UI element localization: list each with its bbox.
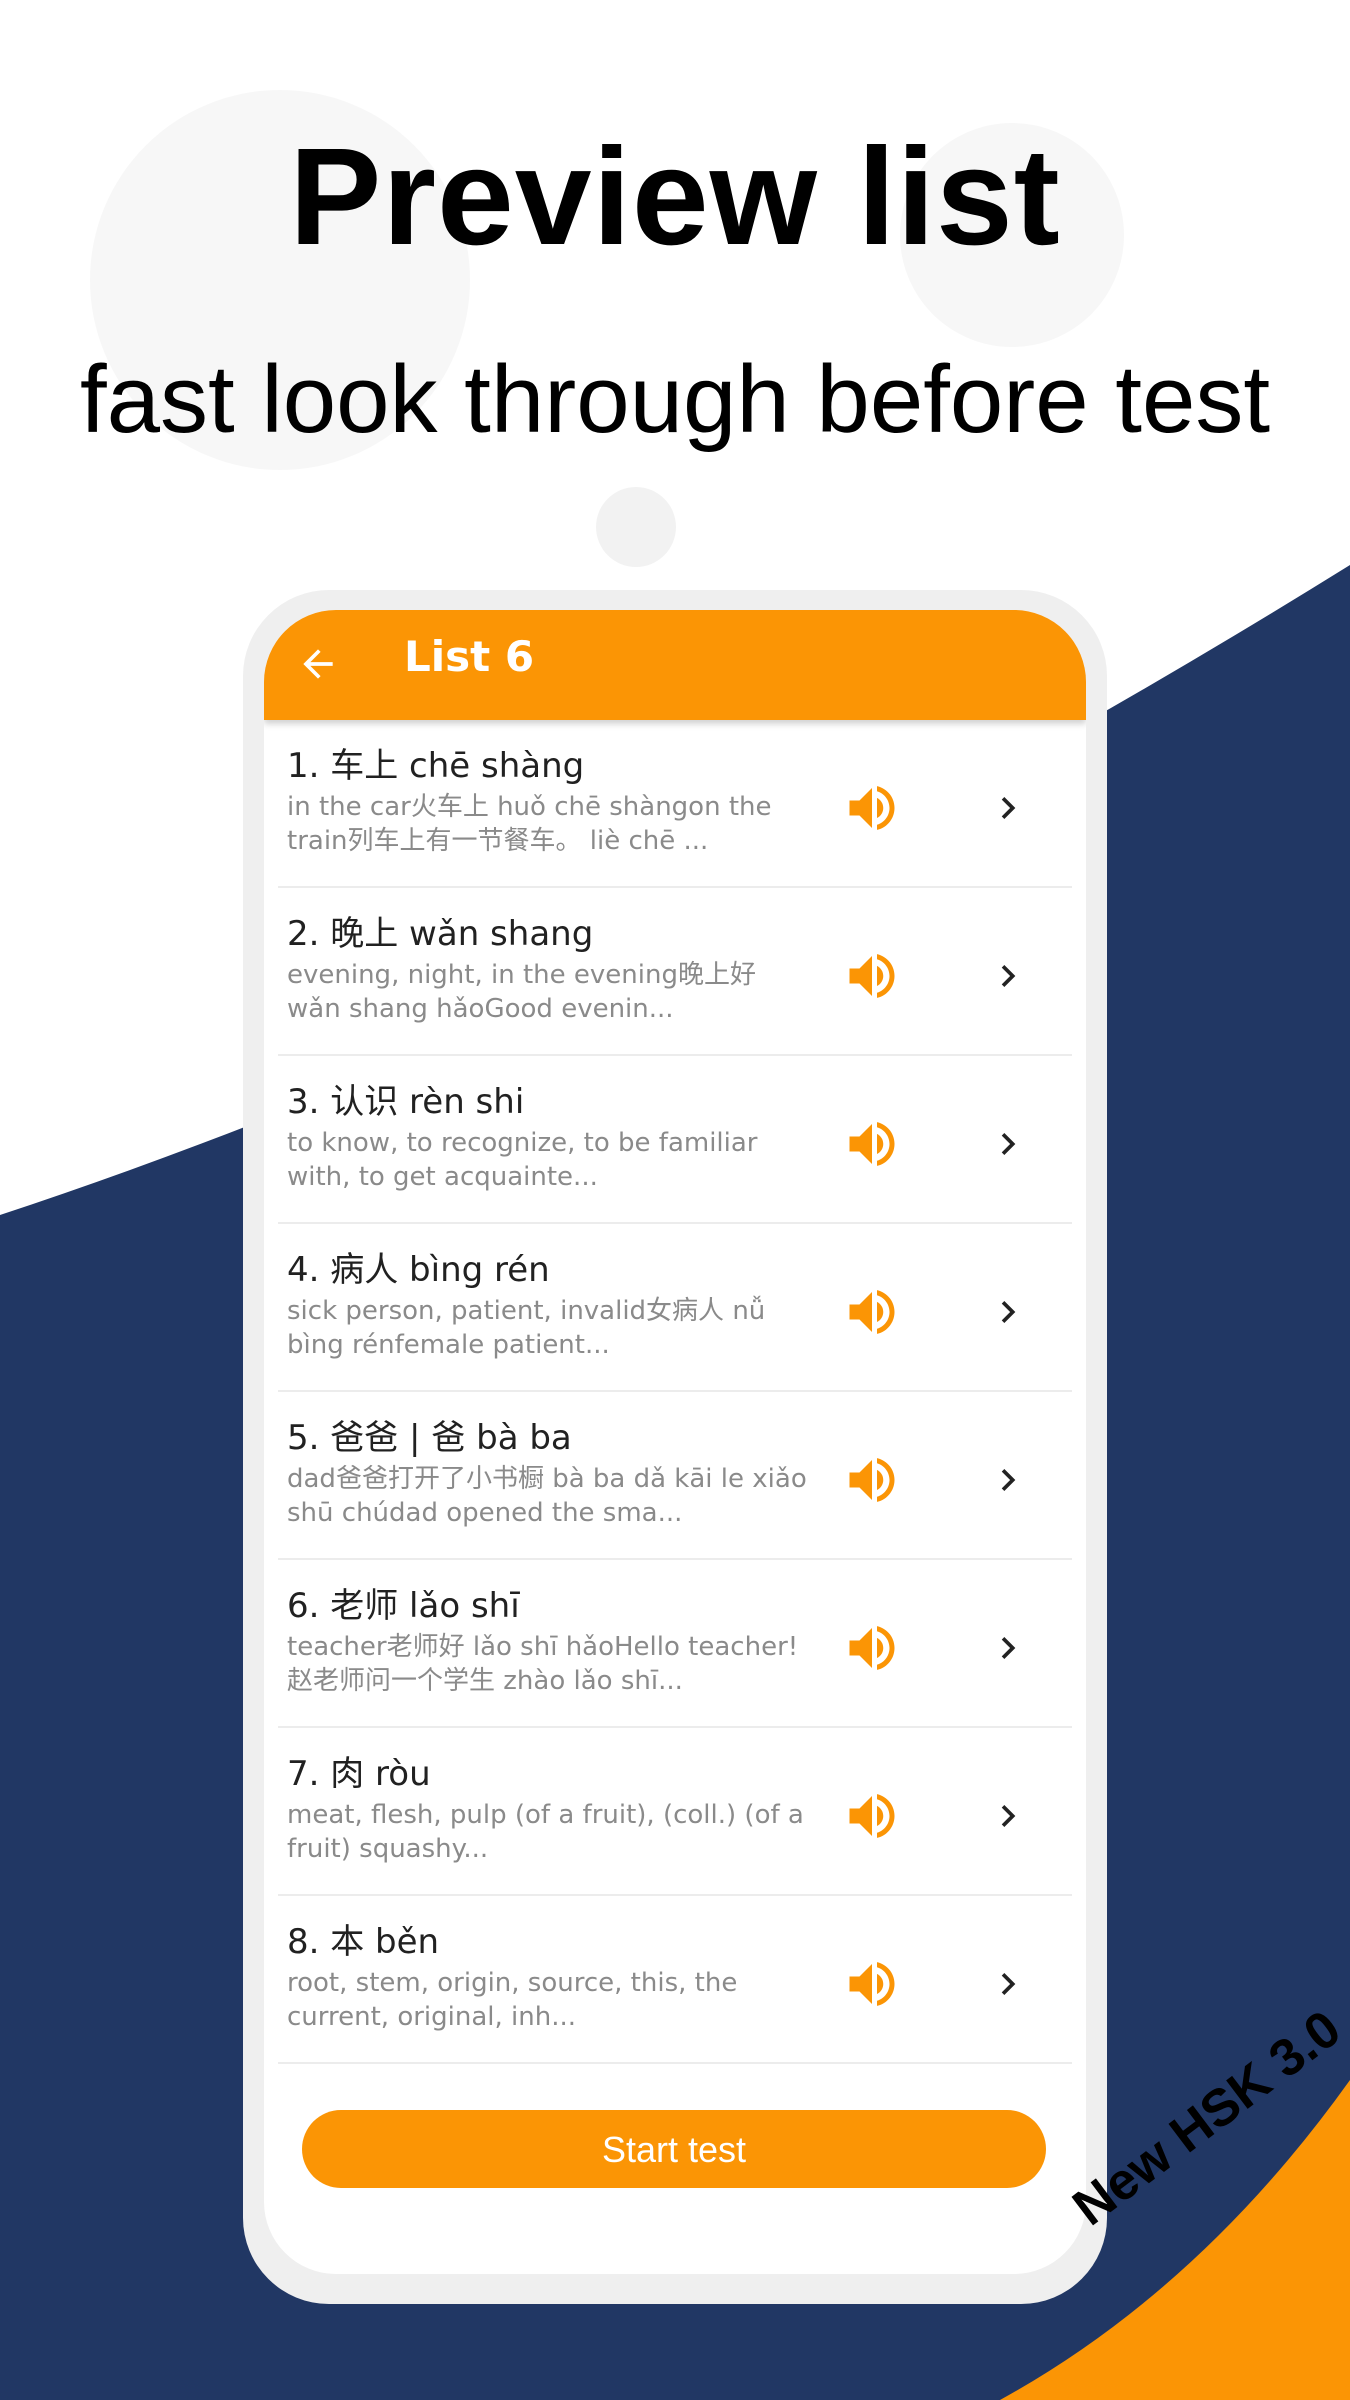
word-row-2[interactable]: 2. 晚上 wǎn shang evening, night, in the e…	[264, 888, 1086, 1056]
word-row-1[interactable]: 1. 车上 chē shàng in the car火车上 huǒ chē sh…	[264, 720, 1086, 888]
page-subtitle: fast look through before test	[79, 346, 1271, 453]
chevron-right-icon[interactable]	[986, 954, 1030, 998]
word-row-4[interactable]: 4. 病人 bìng rén sick person, patient, inv…	[264, 1224, 1086, 1392]
word-row-3[interactable]: 3. 认识 rèn shi to know, to recognize, to …	[264, 1056, 1086, 1224]
divider	[278, 2062, 1072, 2064]
speaker-icon[interactable]	[842, 1114, 902, 1174]
word-headword: 7. 肉 ròu	[287, 1754, 431, 1794]
speaker-icon[interactable]	[842, 1954, 902, 2014]
speaker-icon[interactable]	[842, 1786, 902, 1846]
word-headword: 4. 病人 bìng rén	[287, 1250, 550, 1290]
word-headword: 5. 爸爸 | 爸 bà ba	[287, 1418, 572, 1458]
app-bar: List 6	[264, 610, 1086, 720]
chevron-right-icon[interactable]	[986, 1962, 1030, 2006]
word-definition: meat, flesh, pulp (of a fruit), (coll.) …	[287, 1800, 804, 1864]
speaker-icon[interactable]	[842, 1618, 902, 1678]
word-headword: 2. 晚上 wǎn shang	[287, 914, 594, 954]
speaker-icon[interactable]	[842, 946, 902, 1006]
speaker-icon[interactable]	[842, 778, 902, 838]
word-row-5[interactable]: 5. 爸爸 | 爸 bà ba dad爸爸打开了小书橱 bà ba dǎ kāi…	[264, 1392, 1086, 1560]
word-definition: to know, to recognize, to be familiar wi…	[287, 1128, 758, 1192]
word-definition: teacher老师好 lǎo shī hǎoHello teacher!赵老师问…	[287, 1632, 799, 1696]
arrow-left-icon[interactable]	[296, 642, 340, 686]
chevron-right-icon[interactable]	[986, 1290, 1030, 1334]
chevron-right-icon[interactable]	[986, 1122, 1030, 1166]
word-row-8[interactable]: 8. 本 běn root, stem, origin, source, thi…	[264, 1896, 1086, 2064]
phone-mockup: List 6 1. 车上 chē shàng in the car火车上 huǒ…	[243, 590, 1107, 2304]
word-row-6[interactable]: 6. 老师 lǎo shī teacher老师好 lǎo shī hǎoHell…	[264, 1560, 1086, 1728]
word-definition: evening, night, in the evening晚上好 wǎn sh…	[287, 960, 756, 1024]
page-title: Preview list	[289, 120, 1061, 274]
word-definition: dad爸爸打开了小书橱 bà ba dǎ kāi le xiǎo shū chú…	[287, 1464, 807, 1528]
word-definition: in the car火车上 huǒ chē shàngon the train列…	[287, 792, 772, 856]
word-headword: 3. 认识 rèn shi	[287, 1082, 525, 1122]
app-bar-title: List 6	[404, 632, 535, 681]
speaker-icon[interactable]	[842, 1450, 902, 1510]
chevron-right-icon[interactable]	[986, 1626, 1030, 1670]
word-definition: root, stem, origin, source, this, the cu…	[287, 1968, 738, 2032]
chevron-right-icon[interactable]	[986, 1458, 1030, 1502]
word-definition: sick person, patient, invalid女病人 nǚ bìng…	[287, 1296, 766, 1360]
speaker-icon[interactable]	[842, 1282, 902, 1342]
word-headword: 1. 车上 chē shàng	[287, 746, 585, 786]
chevron-right-icon[interactable]	[986, 1794, 1030, 1838]
word-row-7[interactable]: 7. 肉 ròu meat, flesh, pulp (of a fruit),…	[264, 1728, 1086, 1896]
word-headword: 8. 本 běn	[287, 1922, 440, 1962]
chevron-right-icon[interactable]	[986, 786, 1030, 830]
start-test-button[interactable]: Start test	[302, 2110, 1046, 2188]
phone-screen: List 6 1. 车上 chē shàng in the car火车上 huǒ…	[264, 610, 1086, 2274]
word-headword: 6. 老师 lǎo shī	[287, 1586, 520, 1626]
